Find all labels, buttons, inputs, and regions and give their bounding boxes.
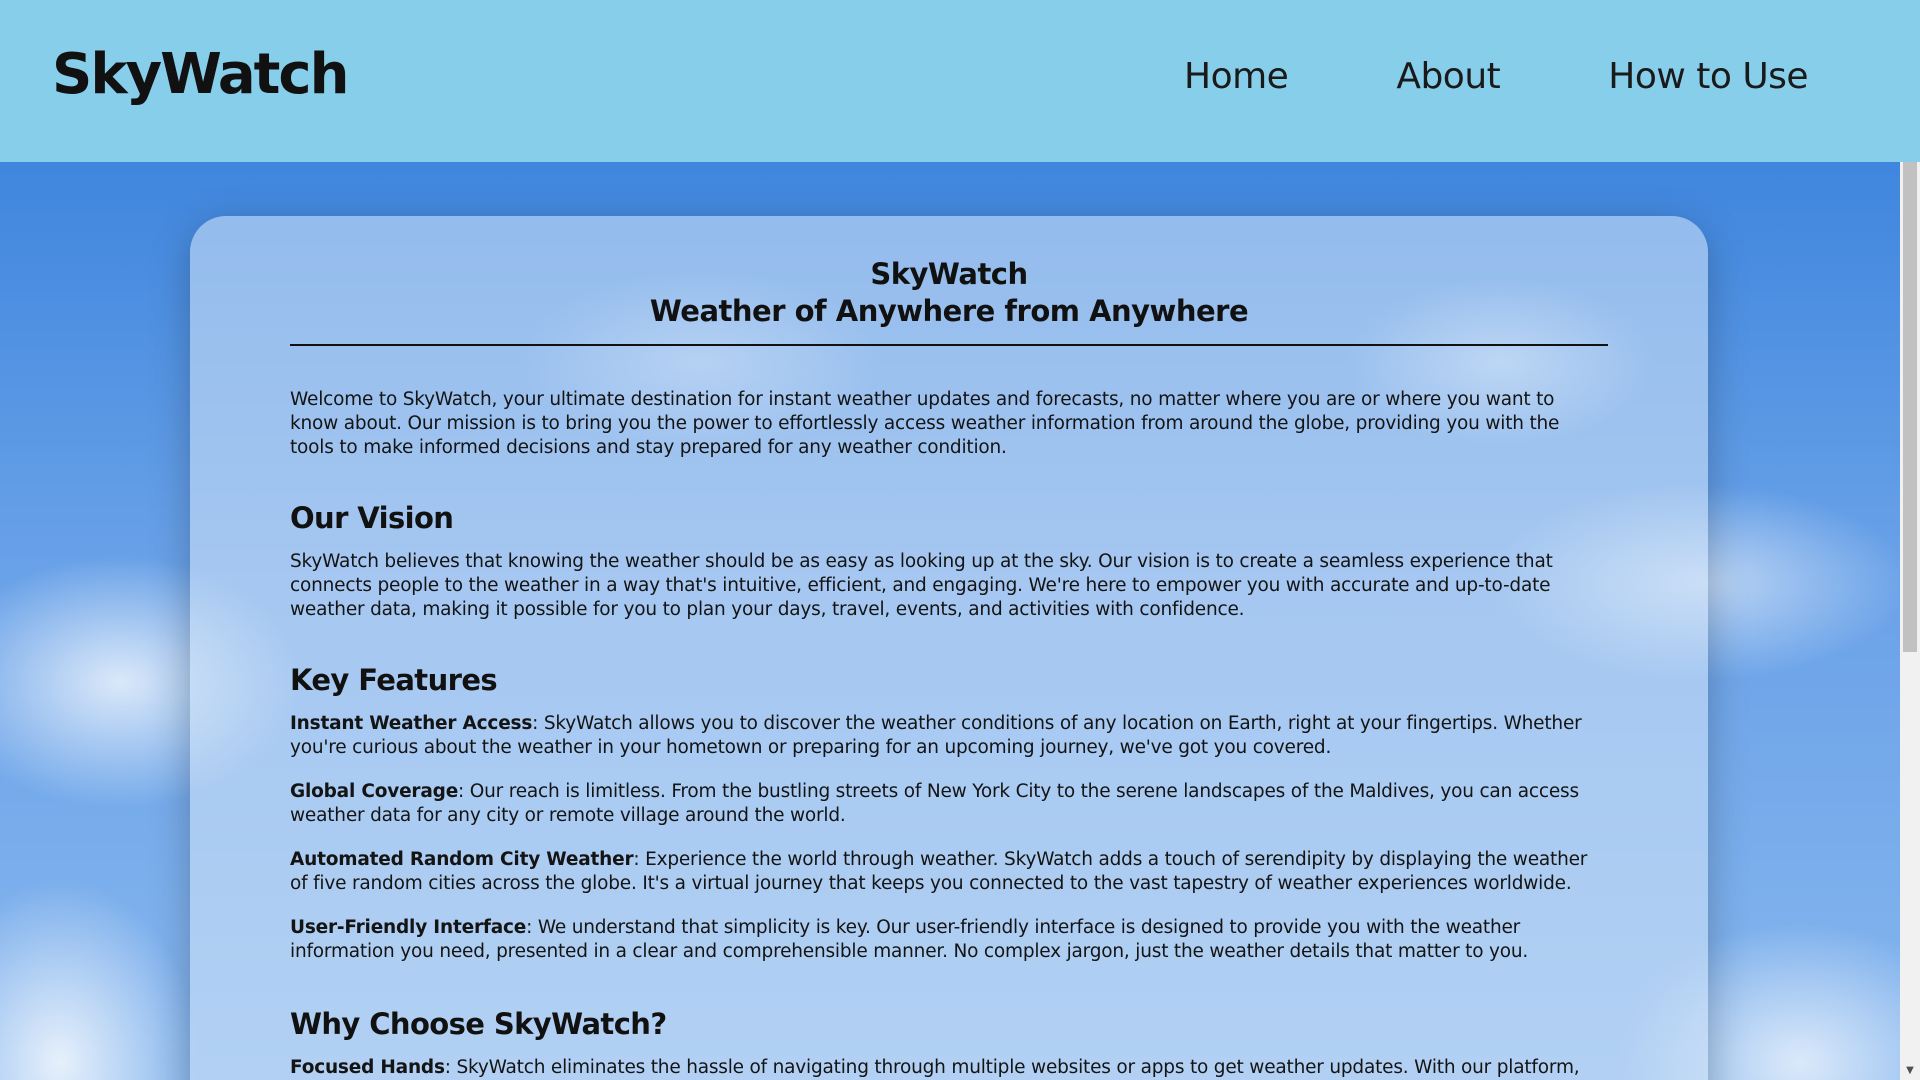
feature-term: User-Friendly Interface bbox=[290, 917, 527, 938]
vision-paragraph: SkyWatch believes that knowing the weath… bbox=[290, 551, 1553, 620]
feature-item: User-Friendly Interface: We understand t… bbox=[290, 916, 1608, 964]
nav-how-to-use-link[interactable]: How to Use bbox=[1608, 56, 1808, 97]
why-heading: Why Choose SkyWatch? bbox=[290, 1007, 667, 1041]
features-heading: Key Features bbox=[290, 663, 498, 697]
navbar: SkyWatch Home About How to Use bbox=[0, 0, 1920, 162]
nav-links: Home About How to Use bbox=[1184, 56, 1809, 97]
feature-item: Automated Random City Weather: Experienc… bbox=[290, 848, 1608, 896]
card-title: SkyWatch Weather of Anywhere from Anywhe… bbox=[290, 256, 1608, 330]
title-divider bbox=[290, 344, 1608, 346]
nav-about-link[interactable]: About bbox=[1396, 56, 1500, 97]
nav-home-link[interactable]: Home bbox=[1184, 56, 1289, 97]
feature-term: Instant Weather Access bbox=[290, 713, 533, 734]
feature-item: Global Coverage: Our reach is limitless.… bbox=[290, 780, 1608, 828]
scrollbar-thumb[interactable] bbox=[1903, 162, 1917, 652]
about-card: SkyWatch Weather of Anywhere from Anywhe… bbox=[190, 216, 1708, 1080]
why-paragraph: Focused Hands: SkyWatch eliminates the h… bbox=[290, 1056, 1608, 1080]
scroll-down-arrow-icon[interactable]: ▼ bbox=[1900, 1062, 1920, 1080]
vision-heading: Our Vision bbox=[290, 501, 454, 535]
feature-term: Global Coverage bbox=[290, 781, 459, 802]
about-content: SkyWatch Weather of Anywhere from Anywhe… bbox=[290, 256, 1608, 1080]
card-title-line2: Weather of Anywhere from Anywhere bbox=[649, 294, 1249, 328]
site-logo[interactable]: SkyWatch bbox=[52, 42, 349, 107]
page-scrollbar[interactable]: ▼ bbox=[1900, 162, 1920, 1080]
feature-term: Automated Random City Weather bbox=[290, 849, 634, 870]
why-term: Focused Hands bbox=[290, 1057, 445, 1078]
why-text: : SkyWatch eliminates the hassle of navi… bbox=[444, 1057, 1580, 1078]
feature-text: : Our reach is limitless. From the bustl… bbox=[290, 781, 1579, 826]
intro-paragraph: Welcome to SkyWatch, your ultimate desti… bbox=[290, 389, 1560, 458]
card-title-line1: SkyWatch bbox=[870, 257, 1028, 291]
feature-item: Instant Weather Access: SkyWatch allows … bbox=[290, 712, 1608, 760]
